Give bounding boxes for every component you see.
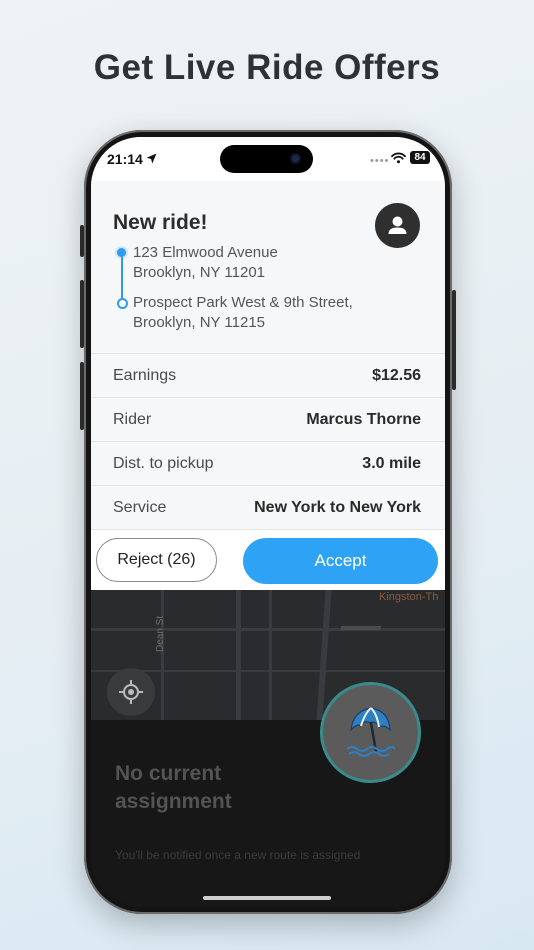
detail-value: $12.56 (372, 367, 421, 384)
map-road (341, 626, 381, 630)
status-toggle-button[interactable] (320, 682, 421, 783)
locate-me-button[interactable] (107, 668, 155, 716)
promo-headline: Get Live Ride Offers (93, 48, 441, 87)
ride-title: New ride! (113, 211, 208, 234)
mute-switch (80, 225, 84, 257)
signal-dots: •••• (370, 155, 390, 167)
detail-row-service: Service New York to New York (91, 485, 445, 529)
ride-offer-sheet: 21:14 •••• 84 New ride! 123 Elmwood Aven… (91, 137, 445, 591)
detail-label: Dist. to pickup (113, 455, 214, 472)
street-label-dean: Dean St (155, 615, 166, 652)
dynamic-island (220, 145, 313, 173)
map-road (91, 628, 445, 631)
ride-header: New ride! 123 Elmwood Avenue Brooklyn, N… (91, 181, 445, 353)
pickup-line1: 123 Elmwood Avenue (133, 244, 278, 261)
volume-down-button (80, 362, 84, 430)
accept-button[interactable]: Accept (243, 538, 438, 584)
detail-row-earnings: Earnings $12.56 (91, 353, 445, 397)
crosshair-icon (119, 680, 143, 704)
ride-actions: Reject (26) Accept (91, 529, 445, 591)
pickup-address: 123 Elmwood Avenue Brooklyn, NY 11201 (133, 243, 278, 283)
detail-value: 3.0 mile (362, 455, 421, 472)
detail-row-rider: Rider Marcus Thorne (91, 397, 445, 441)
camera-icon (290, 153, 301, 164)
detail-label: Service (113, 499, 167, 516)
route-line (121, 257, 123, 300)
power-button (452, 290, 456, 390)
phone-screen: 21:14 •••• 84 New ride! 123 Elmwood Aven… (91, 137, 445, 907)
user-icon (388, 216, 407, 234)
detail-label: Rider (113, 411, 152, 428)
status-time: 21:14 (107, 151, 143, 167)
wifi-icon (391, 152, 406, 164)
home-indicator (203, 896, 331, 900)
ride-details: Earnings $12.56 Rider Marcus Thorne Dist… (91, 353, 445, 529)
no-assignment-title: No current assignment (115, 760, 232, 816)
street-label-kingston: Kingston-Th (379, 591, 439, 603)
pickup-line2: Brooklyn, NY 11201 (133, 264, 266, 281)
detail-label: Earnings (113, 367, 177, 384)
reject-button[interactable]: Reject (26) (96, 538, 217, 582)
detail-value: Marcus Thorne (306, 411, 421, 428)
no-assignment-line1: No current (115, 762, 222, 785)
detail-row-distance: Dist. to pickup 3.0 mile (91, 441, 445, 485)
dropoff-line2: Brooklyn, NY 11215 (133, 314, 266, 331)
map-road (236, 590, 241, 720)
map-road (161, 590, 164, 720)
dropoff-address: Prospect Park West & 9th Street, Brookly… (133, 293, 353, 333)
volume-up-button (80, 280, 84, 348)
beach-umbrella-icon (346, 707, 396, 757)
dropoff-marker (117, 298, 128, 309)
map-road (269, 590, 272, 720)
pickup-marker (117, 248, 126, 257)
detail-value: New York to New York (254, 499, 421, 516)
dropoff-line1: Prospect Park West & 9th Street, (133, 294, 353, 311)
status-bar: 21:14 •••• 84 (91, 137, 445, 181)
no-assignment-line2: assignment (115, 790, 232, 813)
location-arrow-icon (146, 153, 157, 164)
rider-avatar[interactable] (375, 203, 420, 248)
assignment-note: You'll be notified once a new route is a… (115, 848, 361, 862)
battery-indicator: 84 (410, 151, 430, 164)
